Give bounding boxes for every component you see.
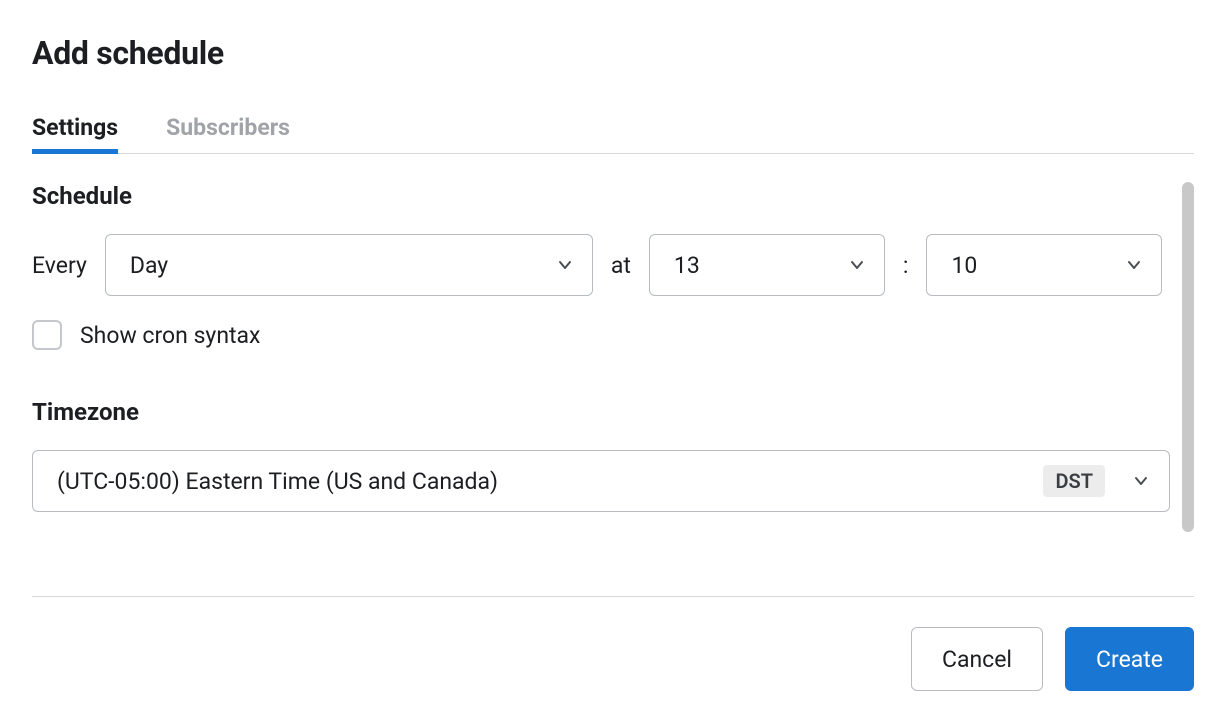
- scrollbar-thumb[interactable]: [1182, 182, 1194, 532]
- timezone-heading: Timezone: [32, 398, 1170, 426]
- create-button[interactable]: Create: [1065, 627, 1194, 691]
- at-label: at: [611, 252, 631, 279]
- frequency-value: Day: [130, 252, 168, 279]
- every-label: Every: [32, 252, 87, 279]
- schedule-heading: Schedule: [32, 182, 1170, 210]
- schedule-row: Every Day at 13 : 10: [32, 234, 1170, 296]
- tab-subscribers[interactable]: Subscribers: [166, 108, 290, 153]
- cron-checkbox-row: Show cron syntax: [32, 320, 1170, 350]
- page-title: Add schedule: [32, 34, 1194, 72]
- timezone-select[interactable]: (UTC-05:00) Eastern Time (US and Canada)…: [32, 450, 1170, 512]
- dialog-footer: Cancel Create: [32, 596, 1194, 691]
- cancel-button[interactable]: Cancel: [911, 627, 1043, 691]
- cron-checkbox[interactable]: [32, 320, 62, 350]
- time-colon: :: [903, 252, 909, 279]
- minute-select[interactable]: 10: [926, 234, 1162, 296]
- settings-panel: Schedule Every Day at 13 : 10: [32, 182, 1194, 596]
- minute-value: 10: [951, 252, 977, 279]
- dst-badge: DST: [1043, 465, 1105, 497]
- timezone-value: (UTC-05:00) Eastern Time (US and Canada): [57, 468, 498, 495]
- frequency-select[interactable]: Day: [105, 234, 593, 296]
- chevron-down-icon: [1131, 471, 1151, 491]
- tab-bar: Settings Subscribers: [32, 108, 1194, 154]
- hour-value: 13: [674, 252, 700, 279]
- scrollbar[interactable]: [1182, 182, 1194, 532]
- tab-settings[interactable]: Settings: [32, 108, 118, 153]
- hour-select[interactable]: 13: [649, 234, 885, 296]
- cron-checkbox-label: Show cron syntax: [80, 322, 260, 349]
